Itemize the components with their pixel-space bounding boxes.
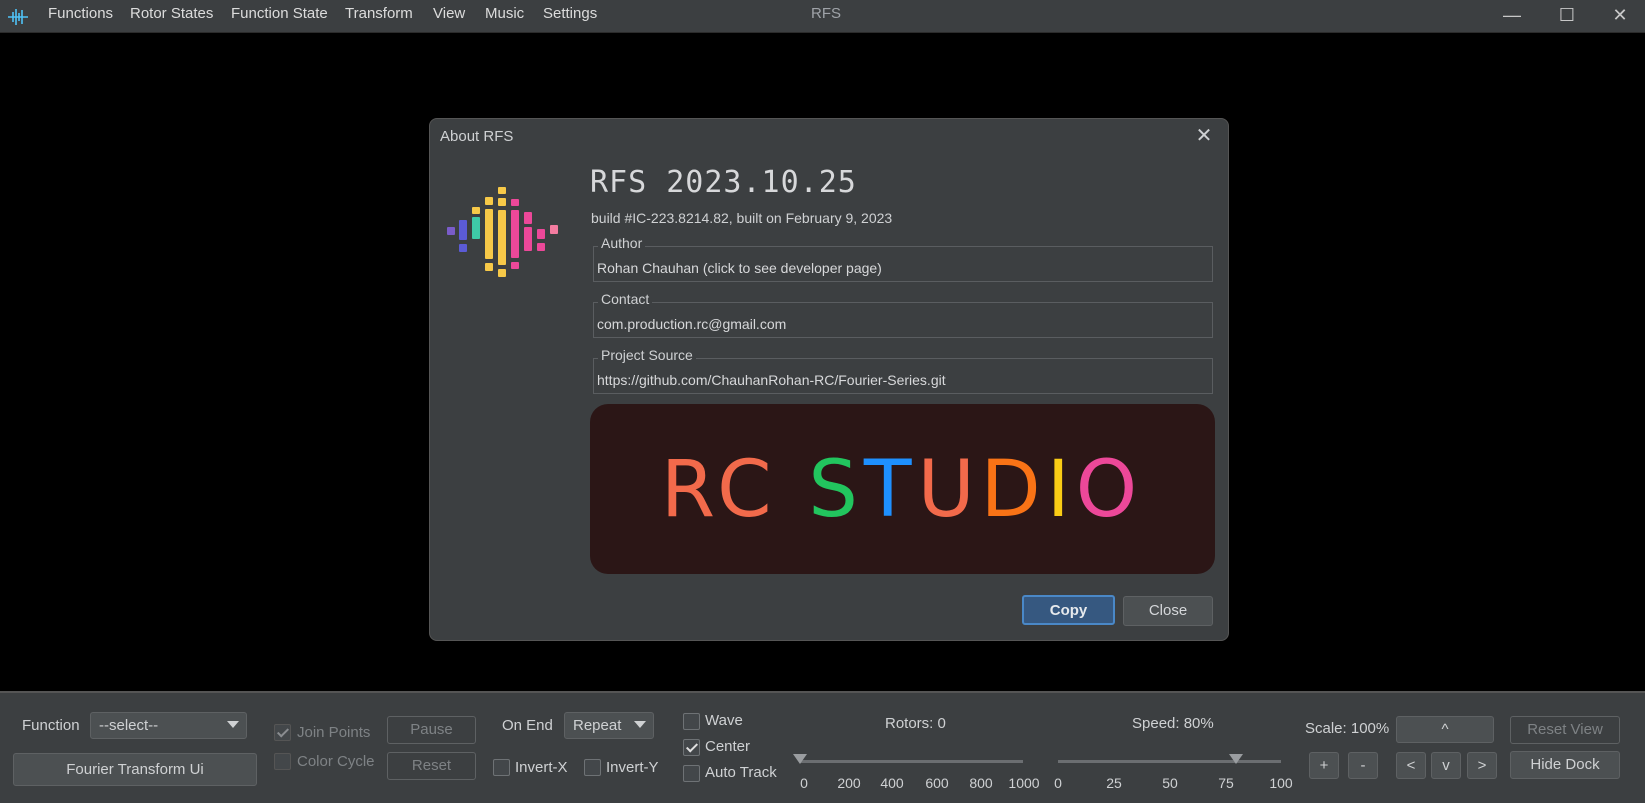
on-end-select[interactable]: Repeat <box>564 712 654 739</box>
join-points-label: Join Points <box>297 724 371 741</box>
banner-letter: I <box>1047 445 1076 535</box>
menu-rotor-states[interactable]: Rotor States <box>130 5 213 22</box>
rotors-slider-track[interactable] <box>800 760 1023 763</box>
project-source-legend: Project Source <box>598 347 696 363</box>
rc-studio-text: RC STUDIO <box>661 445 1143 535</box>
rotors-tick: 1000 <box>1008 775 1040 791</box>
contact-legend: Contact <box>598 291 653 307</box>
function-select[interactable]: --select-- <box>90 712 247 739</box>
rotors-tick: 800 <box>969 775 993 791</box>
center-label: Center <box>705 738 751 755</box>
reset-button[interactable]: Reset <box>387 752 476 780</box>
on-end-label: On End <box>502 717 553 734</box>
author-legend: Author <box>598 235 646 251</box>
pan-up-button[interactable]: ^ <box>1396 716 1494 743</box>
pan-down-button[interactable]: v <box>1431 752 1461 779</box>
rotors-label: Rotors: 0 <box>885 715 946 732</box>
center-checkbox[interactable] <box>683 739 700 756</box>
maximize-button[interactable]: ☐ <box>1547 2 1587 30</box>
minimize-button[interactable]: — <box>1492 2 1532 30</box>
speed-tick: 100 <box>1269 775 1293 791</box>
menu-function-state[interactable]: Function State <box>231 5 328 22</box>
speed-slider-thumb[interactable] <box>1229 754 1244 764</box>
menu-view[interactable]: View <box>433 5 465 22</box>
contact-email[interactable]: com.production.rc@gmail.com <box>597 316 786 332</box>
dialog-close-icon[interactable]: ✕ <box>1190 123 1218 149</box>
chevron-down-icon <box>227 721 239 728</box>
app-icon <box>8 9 28 25</box>
banner-letter: T <box>863 445 918 535</box>
auto-track-label: Auto Track <box>705 764 777 781</box>
banner-letter: D <box>981 445 1047 535</box>
wave-label: Wave <box>705 712 743 729</box>
menu-functions[interactable]: Functions <box>48 5 113 22</box>
speed-tick: 0 <box>1054 775 1062 791</box>
speed-tick: 50 <box>1162 775 1178 791</box>
banner-letter: S <box>808 445 864 535</box>
zoom-out-button[interactable]: - <box>1348 752 1378 779</box>
rotors-slider-thumb[interactable] <box>793 754 807 764</box>
about-dialog: About RFS ✕ RFS 2023.10.25 build #IC-223… <box>429 118 1229 641</box>
pause-button[interactable]: Pause <box>387 716 476 744</box>
dialog-title: About RFS <box>440 128 514 145</box>
rc-studio-banner: RC STUDIO <box>590 404 1215 574</box>
app-logo <box>447 187 558 277</box>
color-cycle-checkbox[interactable] <box>274 753 291 770</box>
rotors-tick: 200 <box>837 775 861 791</box>
rc-studio-logo: RC STUDIO <box>661 445 1143 535</box>
pan-right-button[interactable]: > <box>1467 752 1497 779</box>
banner-letter: O <box>1076 445 1143 535</box>
window-close-button[interactable]: ✕ <box>1600 2 1640 30</box>
control-dock: Function --select-- Fourier Transform Ui… <box>0 691 1645 803</box>
zoom-in-button[interactable]: + <box>1309 752 1339 779</box>
wave-checkbox[interactable] <box>683 713 700 730</box>
color-cycle-label: Color Cycle <box>297 753 375 770</box>
menu-settings[interactable]: Settings <box>543 5 597 22</box>
title-bar: Functions Rotor States Function State Tr… <box>0 0 1645 33</box>
rotors-tick: 600 <box>925 775 949 791</box>
pan-left-button[interactable]: < <box>1396 752 1426 779</box>
hide-dock-button[interactable]: Hide Dock <box>1510 751 1620 779</box>
speed-label: Speed: 80% <box>1132 715 1214 732</box>
scale-label: Scale: 100% <box>1305 720 1390 737</box>
chevron-down-icon <box>634 721 646 728</box>
invert-x-checkbox[interactable] <box>493 759 510 776</box>
on-end-select-value: Repeat <box>573 717 622 734</box>
window-title: RFS <box>811 5 841 22</box>
contact-field: Contact com.production.rc@gmail.com <box>593 291 1213 338</box>
close-button[interactable]: Close <box>1123 596 1213 626</box>
project-source-field: Project Source https://github.com/Chauha… <box>593 347 1213 394</box>
build-info: build #IC-223.8214.82, built on February… <box>591 210 893 226</box>
speed-tick: 25 <box>1106 775 1122 791</box>
join-points-checkbox[interactable] <box>274 724 291 741</box>
invert-y-label: Invert-Y <box>606 759 659 776</box>
auto-track-checkbox[interactable] <box>683 765 700 782</box>
banner-letter: C <box>717 445 777 535</box>
banner-letter: R <box>661 445 717 535</box>
copy-button[interactable]: Copy <box>1022 595 1115 625</box>
invert-y-checkbox[interactable] <box>584 759 601 776</box>
app-name-version: RFS 2023.10.25 <box>590 165 857 200</box>
invert-x-label: Invert-X <box>515 759 568 776</box>
reset-view-button[interactable]: Reset View <box>1510 716 1620 744</box>
fourier-transform-ui-button[interactable]: Fourier Transform Ui <box>13 753 257 786</box>
rotors-tick: 0 <box>800 775 808 791</box>
project-source-link[interactable]: https://github.com/ChauhanRohan-RC/Fouri… <box>597 372 946 388</box>
rotors-tick: 400 <box>880 775 904 791</box>
author-link[interactable]: Rohan Chauhan (click to see developer pa… <box>597 260 882 276</box>
menu-music[interactable]: Music <box>485 5 524 22</box>
speed-slider-track[interactable] <box>1058 760 1281 763</box>
function-label: Function <box>22 717 80 734</box>
author-field: Author Rohan Chauhan (click to see devel… <box>593 235 1213 282</box>
banner-letter <box>778 445 809 535</box>
banner-letter: U <box>918 445 981 535</box>
menu-transform[interactable]: Transform <box>345 5 413 22</box>
speed-tick: 75 <box>1218 775 1234 791</box>
function-select-value: --select-- <box>99 717 159 734</box>
